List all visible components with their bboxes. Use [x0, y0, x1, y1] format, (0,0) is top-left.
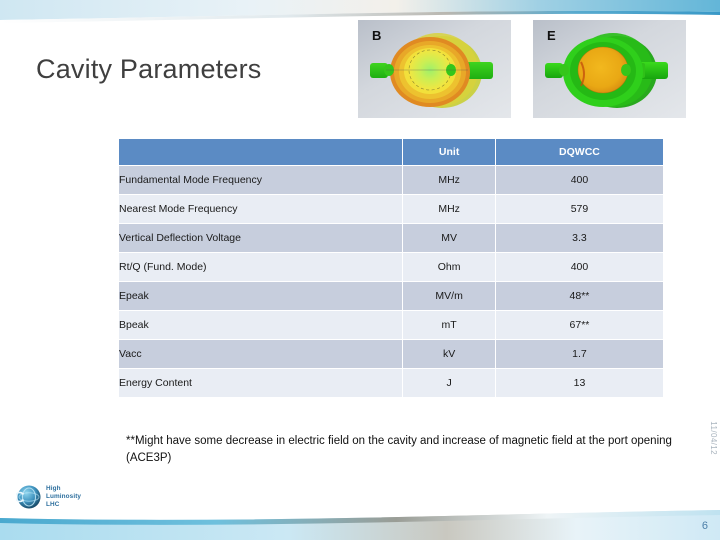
page-number: 6 — [701, 520, 708, 532]
cell-value: 579 — [495, 195, 663, 223]
field-plot-group: B E — [358, 20, 686, 118]
cell-value: 3.3 — [495, 224, 663, 252]
cell-unit: Ohm — [403, 253, 495, 281]
electric-field-plot: E — [533, 20, 686, 118]
figure-label-b: B — [372, 28, 382, 43]
cell-value: 48** — [495, 282, 663, 310]
table-row: Vertical Deflection Voltage MV 3.3 — [119, 224, 663, 252]
cell-unit: MV/m — [403, 282, 495, 310]
hilumi-lhc-logo: High Luminosity LHC — [16, 483, 102, 513]
table-body: Fundamental Mode Frequency MHz 400 Neare… — [119, 166, 663, 397]
cell-parameter-name: Energy Content — [119, 369, 403, 397]
hilumi-globe-icon — [16, 485, 41, 509]
cell-value: 400 — [495, 253, 663, 281]
figure-label-e: E — [547, 28, 556, 43]
column-header-unit: Unit — [403, 139, 495, 165]
column-header-parameter — [119, 139, 403, 165]
logo-line-3: LHC — [46, 501, 60, 508]
cell-parameter-name: Vacc — [119, 340, 403, 368]
slide-date: 11/04/12 — [709, 421, 718, 455]
table-row: Nearest Mode Frequency MHz 579 — [119, 195, 663, 223]
table-row: Rt/Q (Fund. Mode) Ohm 400 — [119, 253, 663, 281]
cavity-parameters-table: Unit DQWCC Fundamental Mode Frequency MH… — [118, 138, 664, 398]
logo-line-2: Luminosity — [46, 493, 82, 500]
cell-parameter-name: Epeak — [119, 282, 403, 310]
cell-value: 400 — [495, 166, 663, 194]
table-row: Bpeak mT 67** — [119, 311, 663, 339]
cell-value: 13 — [495, 369, 663, 397]
table-row: Epeak MV/m 48** — [119, 282, 663, 310]
table-header-row: Unit DQWCC — [119, 139, 663, 165]
cell-unit: J — [403, 369, 495, 397]
logo-line-1: High — [46, 485, 61, 492]
cell-unit: mT — [403, 311, 495, 339]
cell-unit: MHz — [403, 195, 495, 223]
magnetic-field-plot: B — [358, 20, 511, 118]
page-title: Cavity Parameters — [36, 54, 262, 84]
cell-unit: MV — [403, 224, 495, 252]
bottom-decoration-banner — [0, 504, 720, 540]
cell-unit: kV — [403, 340, 495, 368]
column-header-dqwcc: DQWCC — [495, 139, 663, 165]
cell-parameter-name: Fundamental Mode Frequency — [119, 166, 403, 194]
cell-value: 1.7 — [495, 340, 663, 368]
table-row: Energy Content J 13 — [119, 369, 663, 397]
hilumi-logo-text: High Luminosity LHC — [46, 485, 81, 509]
footnote-text: **Might have some decrease in electric f… — [126, 435, 672, 464]
cell-unit: MHz — [403, 166, 495, 194]
table-row: Fundamental Mode Frequency MHz 400 — [119, 166, 663, 194]
cell-parameter-name: Rt/Q (Fund. Mode) — [119, 253, 403, 281]
cell-parameter-name: Vertical Deflection Voltage — [119, 224, 403, 252]
cell-parameter-name: Nearest Mode Frequency — [119, 195, 403, 223]
cell-parameter-name: Bpeak — [119, 311, 403, 339]
table-row: Vacc kV 1.7 — [119, 340, 663, 368]
cell-value: 67** — [495, 311, 663, 339]
